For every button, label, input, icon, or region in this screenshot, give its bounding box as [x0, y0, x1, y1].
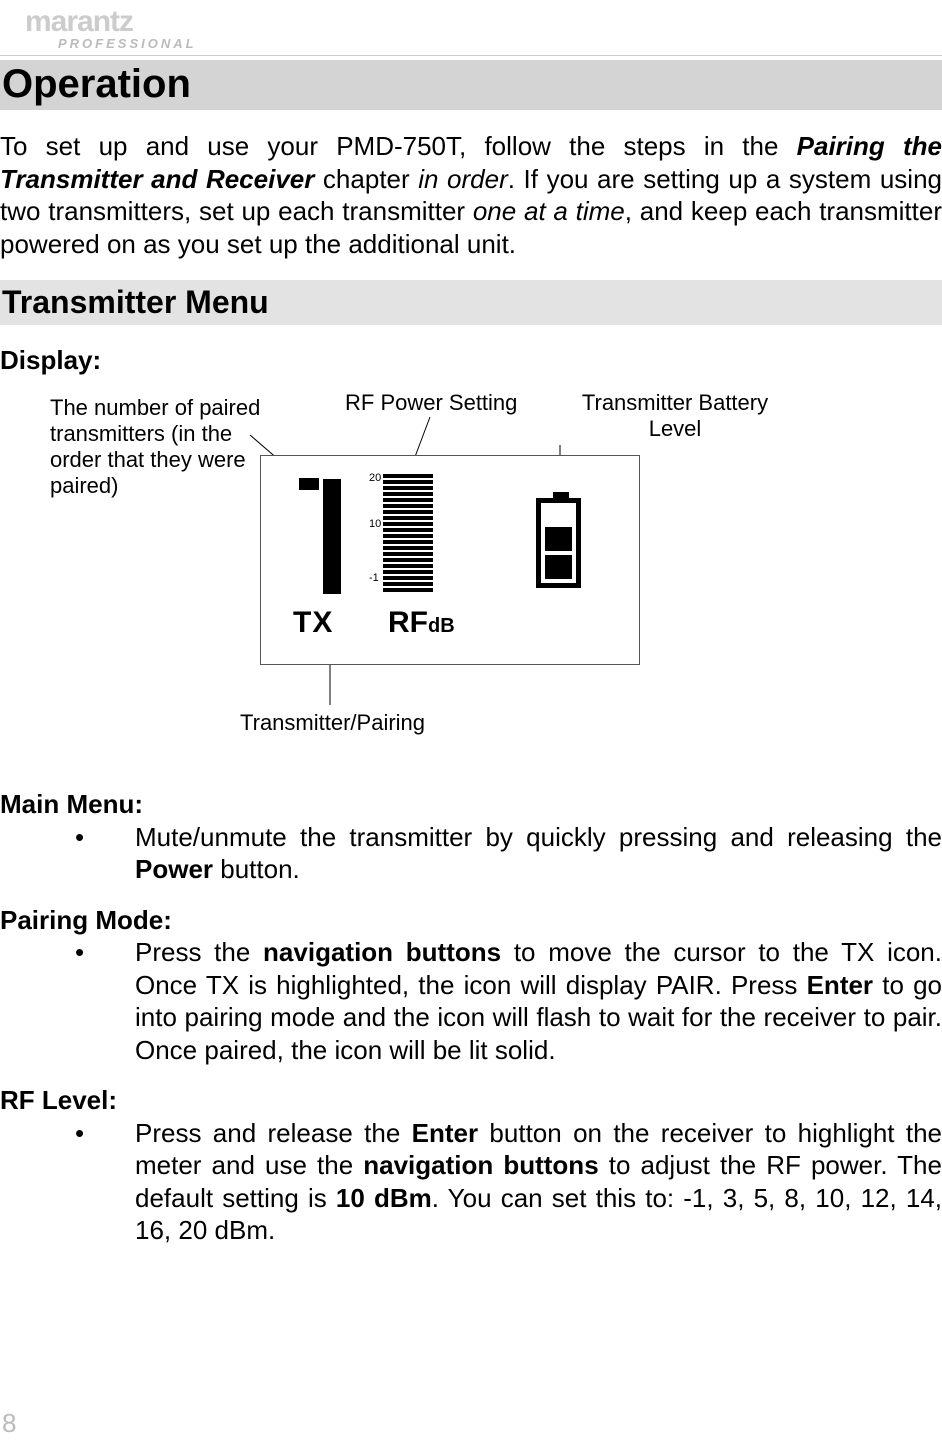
section-heading-bar: Operation	[0, 60, 942, 110]
tx-pair-bar-icon	[323, 479, 341, 594]
brand-subtitle: PROFESSIONAL	[58, 36, 197, 51]
pairing-mode-item: Press the navigation buttons to move the…	[75, 936, 942, 1066]
display-label: Display:	[0, 345, 101, 376]
rf-level-heading: RF Level:	[0, 1084, 942, 1117]
brand-logo: marantz	[25, 5, 133, 39]
page-number: 8	[2, 1408, 16, 1439]
callout-paired-transmitters: The number of paired transmitters (in th…	[50, 395, 275, 499]
subsection-heading-bar: Transmitter Menu	[0, 280, 942, 325]
screen-tx-label: TX	[293, 606, 333, 640]
lcd-screen: 20 10 -1 TX RFdB	[260, 455, 640, 665]
divider	[0, 55, 942, 56]
pairing-mode-heading: Pairing Mode:	[0, 904, 942, 937]
section-heading: Operation	[2, 62, 942, 107]
rf-level-item: Press and release the Enter button on th…	[75, 1117, 942, 1247]
callout-battery-level: Transmitter Battery Level	[565, 390, 785, 442]
main-menu-item: Mute/unmute the transmitter by quickly p…	[75, 821, 942, 886]
battery-icon	[536, 498, 581, 588]
intro-paragraph: To set up and use your PMD-750T, follow …	[0, 130, 942, 260]
subsection-heading: Transmitter Menu	[2, 284, 942, 321]
callout-rf-power: RF Power Setting	[345, 390, 517, 416]
screen-rf-label: RFdB	[388, 606, 455, 640]
callout-transmitter-pairing: Transmitter/Pairing	[240, 710, 425, 736]
main-menu-heading: Main Menu:	[0, 788, 942, 821]
tx-pair-indicator-icon	[299, 478, 319, 490]
display-diagram: The number of paired transmitters (in th…	[40, 395, 820, 740]
